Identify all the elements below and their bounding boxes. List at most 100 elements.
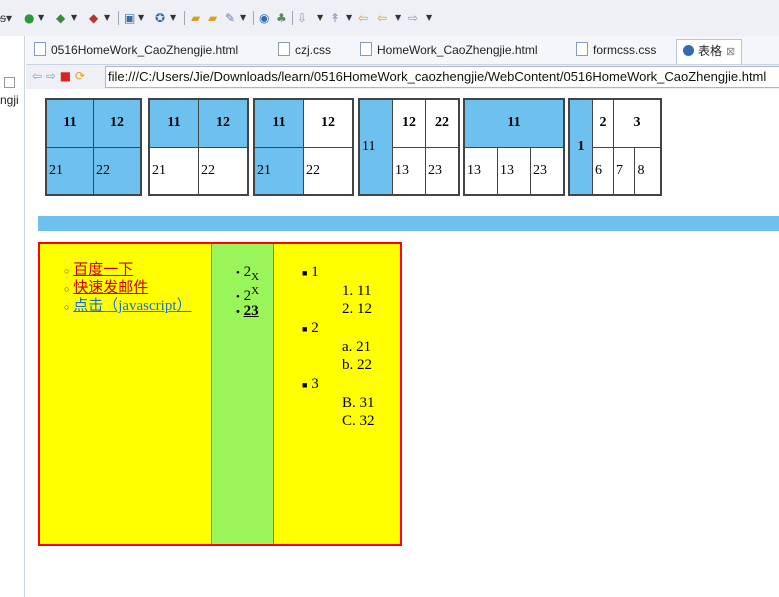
stop-icon[interactable]: ■ [60,69,71,83]
table-cell: 22 [425,98,460,148]
table-cell: 8 [634,146,662,196]
external-dropdown-icon[interactable]: ▼ [104,11,110,25]
circle-bullet-icon: ○ [64,266,70,276]
table-cell: 22 [93,146,142,196]
list-label: 2 [311,320,319,336]
list-item: b. 22 [342,357,372,373]
forward-arrow-icon[interactable]: ⇨ [46,69,56,83]
table-1: 11 12 21 22 [45,98,142,196]
debug-icon[interactable]: ◆ [56,11,65,25]
search-icon[interactable]: ✪ [155,11,165,25]
forward-icon[interactable]: ⇨ [408,11,418,25]
open-folder-icon[interactable]: ▰ [208,11,217,25]
new-dropdown-icon[interactable]: ▼ [138,11,144,25]
back-history-icon[interactable]: ⇦ [377,11,387,25]
debug-dropdown-icon[interactable]: ▼ [71,11,77,25]
editor-tab-bar: 0516HomeWork_CaoZhengjie.html czj.css Ho… [26,36,779,65]
baidu-link[interactable]: 百度一下 [73,262,133,278]
separator [184,11,185,25]
forward-dropdown-icon[interactable]: ▼ [426,11,432,25]
disc-bullet-icon: • [236,267,240,279]
javascript-link[interactable]: 点击（javascript） [73,298,191,314]
square-bullet-icon: ■ [302,324,308,334]
tab-label: czj.css [295,43,331,57]
table-cell: 13 [463,146,498,196]
tab-label: 表格 [698,44,723,58]
table-cell: 21 [148,146,199,196]
nav-buttons: ⇦ ⇨ ■ ⟳ [32,69,85,83]
close-icon[interactable]: ⊠ [726,46,735,58]
tab-0516homework-html[interactable]: 0516HomeWork_CaoZhengjie.html [34,40,238,60]
list-item: B. 31 [342,395,375,411]
list-panel: ○ 百度一下 ○ 快速发邮件 ○ 点击（javascript） • 2 X • 2… [38,242,402,546]
pen-dropdown-icon[interactable]: ▼ [240,11,246,25]
url-input[interactable]: file:///C:/Users/Jie/Downloads/learn/051… [105,66,779,88]
list-item: 2. 12 [342,301,372,317]
html-file-icon [360,42,372,56]
separator [253,11,254,25]
web-browser-icon[interactable]: ◉ [259,11,269,25]
annotation-dropdown-icon[interactable]: ▼ [317,11,323,25]
table-cell: 11 [253,98,304,148]
back-arrow-icon[interactable]: ⇦ [32,69,42,83]
new-icon[interactable]: ▣ [124,11,135,25]
back-dropdown-icon[interactable]: ▼ [395,11,401,25]
formula-text: 23 [243,303,259,319]
tab-browser-table[interactable]: 表格 ⊠ [676,39,743,64]
tab-label: HomeWork_CaoZhengjie.html [377,43,538,57]
horizontal-rule [38,216,779,231]
tab-homework-html[interactable]: HomeWork_CaoZhengjie.html [360,40,538,60]
table-cell: 2 [592,98,614,148]
back-icon[interactable]: ⇦ [358,11,368,25]
table-cell: 11 [358,98,393,196]
left-view-sliver: ngji [0,36,25,597]
list-item: ■ 2 [302,319,319,338]
browser-page: 11 12 21 22 11 12 21 22 11 12 21 22 11 1… [26,90,779,597]
globe-icon [683,45,694,56]
table-cell: 11 [148,98,199,148]
circle-bullet-icon: ○ [64,284,70,294]
list-item: ■ 3 [302,375,319,394]
tab-formcss-css[interactable]: formcss.css [576,40,656,60]
table-cell: 7 [612,146,636,196]
project-tree-label[interactable]: ngji [0,93,19,107]
table-6: 1 2 3 6 7 8 [568,98,662,196]
new-server-icon[interactable]: ♣ [276,11,287,25]
tab-label: formcss.css [593,43,657,57]
table-cell: 6 [592,146,614,196]
main-toolbar: ᵴ▾ ● ▼ ◆ ▼ ◆ ▼ ▣ ▼ ✪ ▼ ▰ ▰ ✎ ▼ ◉ ♣ ⇩ ▼ ↟… [0,0,779,36]
tab-czj-css[interactable]: czj.css [278,40,331,60]
table-cell: 22 [303,146,354,196]
list-item: C. 32 [342,413,375,429]
open-type-icon[interactable]: ▰ [191,11,200,25]
list-item: 1. 11 [342,283,372,299]
run-icon[interactable]: ● [24,11,34,25]
search-dropdown-icon[interactable]: ▼ [170,11,176,25]
browser-address-bar: ⇦ ⇨ ■ ⟳ file:///C:/Users/Jie/Downloads/l… [26,65,779,89]
square-bullet-icon: ■ [302,380,308,390]
tab-label: 0516HomeWork_CaoZhengjie.html [51,43,239,57]
list-label: 3 [311,376,319,392]
table-cell: 13 [392,146,426,196]
pen-icon[interactable]: ✎ [225,11,235,25]
run-dropdown-icon[interactable]: ▼ [38,11,44,25]
table-cell: 1 [568,98,593,196]
table-cell: 12 [93,98,142,148]
dropdown-arrow-icon[interactable]: ᵴ▾ [0,11,12,25]
external-tools-icon[interactable]: ◆ [89,11,98,25]
maximize-icon[interactable] [4,77,15,88]
css-file-icon [576,42,588,56]
table-cell: 21 [253,146,304,196]
table-5: 11 13 13 23 [463,98,565,196]
last-edit-icon[interactable]: ↟ [330,11,340,25]
table-cell: 11 [463,98,565,148]
last-edit-dropdown-icon[interactable]: ▼ [346,11,352,25]
formula-base: 2 [243,264,252,280]
annotation-icon[interactable]: ⇩ [297,11,307,25]
email-link[interactable]: 快速发邮件 [73,280,148,296]
table-cell: 12 [198,98,249,148]
list-item: a. 21 [342,339,372,355]
refresh-icon[interactable]: ⟳ [75,69,85,83]
separator [292,11,293,25]
list-label: 1 [311,264,319,280]
